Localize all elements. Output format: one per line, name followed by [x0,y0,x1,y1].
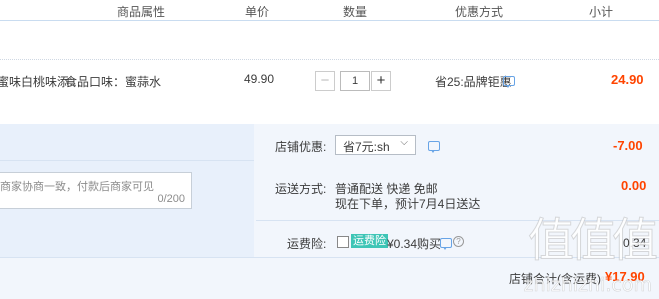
shipping-eta: 现在下单，预计7月4日送达 [335,197,481,211]
item-price: 49.90 [244,72,275,86]
col-discount: 优惠方式 [455,5,504,19]
shipping-label: 运送方式: [275,182,327,196]
item-discount: 省25:品牌钜惠 [435,75,512,89]
chat-icon[interactable] [440,237,452,251]
shipping-cost: 0.00 [621,178,647,193]
row-divider [0,59,659,61]
item-subtotal: 24.90 [611,72,644,87]
watermark-logo: 值值值 zhizhizhi.com [509,213,659,299]
chevron-down-icon: ⌵ [400,137,408,148]
col-subtotal: 小计 [589,5,614,19]
shop-discount-amount: -7.00 [613,138,643,153]
shop-discount-select[interactable]: 省7元:sh ⌵ [335,135,416,155]
qty-plus-button[interactable]: + [371,71,391,91]
col-qty: 数量 [343,5,368,19]
insurance-checkbox[interactable] [337,236,349,248]
insurance-price: ¥0.34购买 [387,237,442,251]
quantity-stepper: − 1 + [315,71,393,91]
qty-minus-button[interactable]: − [315,71,335,91]
order-note-textarea[interactable]: 商家协商一致，付款后商家可见 0/200 [0,172,192,209]
divider [0,160,254,161]
insurance-label: 运费险: [287,237,327,251]
col-attr: 商品属性 [117,5,166,19]
note-placeholder: 商家协商一致，付款后商家可见 [0,181,154,193]
chat-icon[interactable] [428,140,440,154]
watermark-url: zhizhizhi.com [523,274,652,297]
help-icon[interactable]: ? [453,236,464,247]
insurance-badge: 运费险 [351,234,388,248]
qty-input[interactable]: 1 [340,71,370,91]
note-counter: 0/200 [157,193,185,205]
chat-icon[interactable] [503,75,515,89]
shop-discount-value: 省7元:sh [343,140,390,154]
item-flavor: 食品口味：蜜蒜水 [65,75,162,89]
watermark-glyphs: 值值值 [528,213,659,267]
table-header: 商品属性 单价 数量 优惠方式 小计 [0,0,659,21]
shop-discount-label: 店铺优惠: [275,140,327,154]
col-price: 单价 [245,5,270,19]
